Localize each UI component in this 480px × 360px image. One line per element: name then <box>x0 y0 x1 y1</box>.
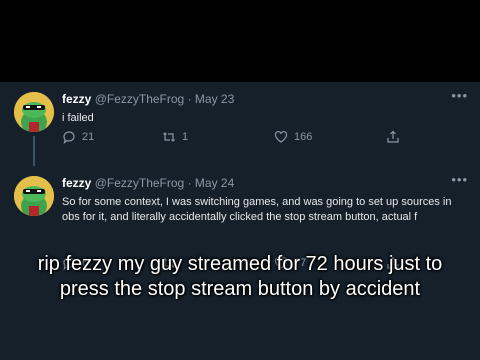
handle[interactable]: @FezzyTheFrog <box>95 92 185 106</box>
frog-avatar-icon <box>14 176 54 216</box>
tweet-header: fezzy @FezzyTheFrog · May 24 ••• <box>62 172 467 190</box>
share-button[interactable] <box>386 130 400 144</box>
caption-line-1: rip fezzy my guy streamed for 72 hours j… <box>37 253 443 275</box>
retweet-button[interactable]: 1 <box>162 130 188 144</box>
tweet-content: fezzy @FezzyTheFrog · May 24 ••• So for … <box>62 172 467 270</box>
display-name[interactable]: fezzy <box>62 176 91 190</box>
like-count: 166 <box>294 131 313 143</box>
share-icon <box>387 130 399 143</box>
video-caption: rip fezzy my guy streamed for 72 hours j… <box>0 252 480 302</box>
more-icon[interactable]: ••• <box>451 88 468 103</box>
more-icon[interactable]: ••• <box>451 172 468 187</box>
reply-icon <box>63 131 75 144</box>
tweet-content: fezzy @FezzyTheFrog · May 23 ••• i faile… <box>62 88 467 144</box>
reply-count: 21 <box>82 131 95 143</box>
retweet-icon <box>163 132 175 142</box>
like-icon <box>274 130 288 143</box>
avatar[interactable] <box>14 92 54 132</box>
separator: · <box>187 92 192 106</box>
tweet-header: fezzy @FezzyTheFrog · May 23 ••• <box>62 88 467 106</box>
display-name[interactable]: fezzy <box>62 92 91 106</box>
tweet-date[interactable]: May 24 <box>195 176 234 190</box>
avatar[interactable] <box>14 176 54 216</box>
thread-line <box>33 136 35 166</box>
twitter-thread: fezzy @FezzyTheFrog · May 23 ••• i faile… <box>0 82 480 360</box>
video-frame: fezzy @FezzyTheFrog · May 23 ••• i faile… <box>0 0 480 360</box>
reply-button[interactable]: 21 <box>62 130 94 144</box>
handle[interactable]: @FezzyTheFrog <box>95 176 185 190</box>
tweet-1[interactable]: fezzy @FezzyTheFrog · May 23 ••• i faile… <box>0 82 480 166</box>
retweet-count: 1 <box>182 131 189 143</box>
tweet-date[interactable]: May 23 <box>195 92 234 106</box>
tweet-text: So for some context, I was switching gam… <box>62 196 452 223</box>
caption-line-2: press the stop stream button by accident <box>59 278 421 300</box>
tweet-text: i failed <box>62 112 94 124</box>
like-button[interactable]: 166 <box>274 130 312 144</box>
separator: · <box>187 176 192 190</box>
tweet-actions: 21 1 166 <box>62 130 402 146</box>
frog-avatar-icon <box>14 92 54 132</box>
